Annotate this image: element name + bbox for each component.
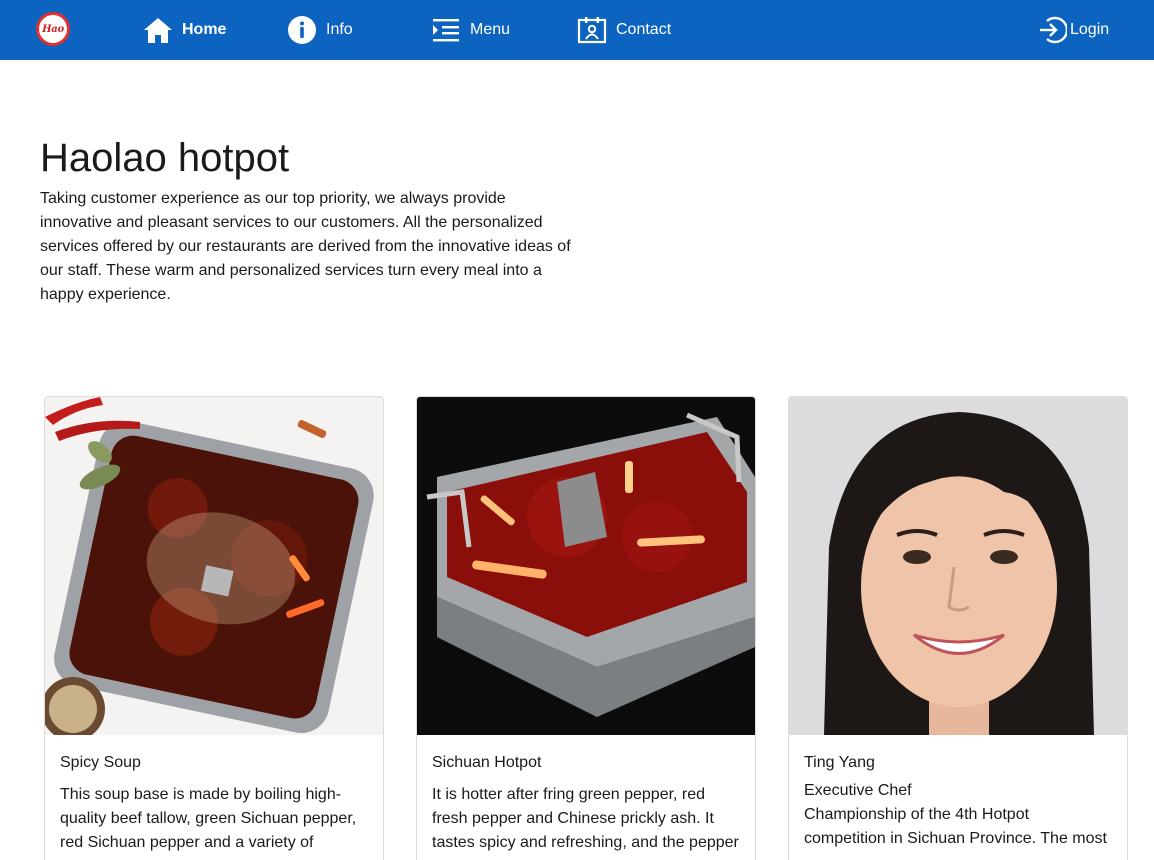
nav-contact[interactable]: Contact bbox=[576, 14, 671, 46]
brand-logo[interactable]: Hao bbox=[36, 12, 70, 46]
nav-home[interactable]: Home bbox=[142, 14, 226, 46]
login-icon bbox=[1036, 14, 1068, 46]
nav-home-label: Home bbox=[182, 21, 227, 38]
spicy-soup-image bbox=[45, 397, 383, 735]
hero-description: Taking customer experience as our top pr… bbox=[40, 190, 571, 303]
logo-text: Hao bbox=[42, 23, 64, 35]
nav-login-label: Login bbox=[1070, 21, 1110, 38]
home-icon bbox=[142, 14, 174, 46]
navbar: Hao Home Info Menu Contact Login bbox=[0, 0, 1154, 60]
menu-icon bbox=[430, 14, 462, 46]
card-title: Spicy Soup bbox=[60, 754, 141, 771]
card-text: This soup base is made by boiling high-q… bbox=[60, 786, 357, 851]
nav-contact-label: Contact bbox=[616, 21, 672, 38]
nav-info[interactable]: Info bbox=[286, 14, 353, 46]
card-spicy-soup: Spicy Soup This soup base is made by boi… bbox=[44, 396, 384, 860]
card-sichuan-hotpot: Sichuan Hotpot It is hotter after fring … bbox=[416, 396, 756, 860]
card-chef-profile: Ting Yang Executive Chef Championship of… bbox=[788, 396, 1128, 860]
contact-icon bbox=[576, 14, 608, 46]
page-title: Haolao hotpot bbox=[40, 136, 290, 180]
card-text: It is hotter after fring green pepper, r… bbox=[432, 786, 739, 851]
card-title: Sichuan Hotpot bbox=[432, 754, 542, 771]
sichuan-hotpot-image bbox=[417, 397, 755, 735]
card-title: Ting Yang bbox=[804, 754, 875, 771]
chef-portrait-image bbox=[789, 397, 1127, 735]
info-icon bbox=[286, 14, 318, 46]
nav-menu[interactable]: Menu bbox=[430, 14, 510, 46]
nav-info-label: Info bbox=[326, 21, 353, 38]
card-text: Championship of the 4th Hotpot competiti… bbox=[804, 806, 1107, 847]
nav-login[interactable]: Login bbox=[1036, 14, 1109, 46]
card-subtitle: Executive Chef bbox=[804, 782, 912, 799]
nav-menu-label: Menu bbox=[470, 21, 511, 38]
